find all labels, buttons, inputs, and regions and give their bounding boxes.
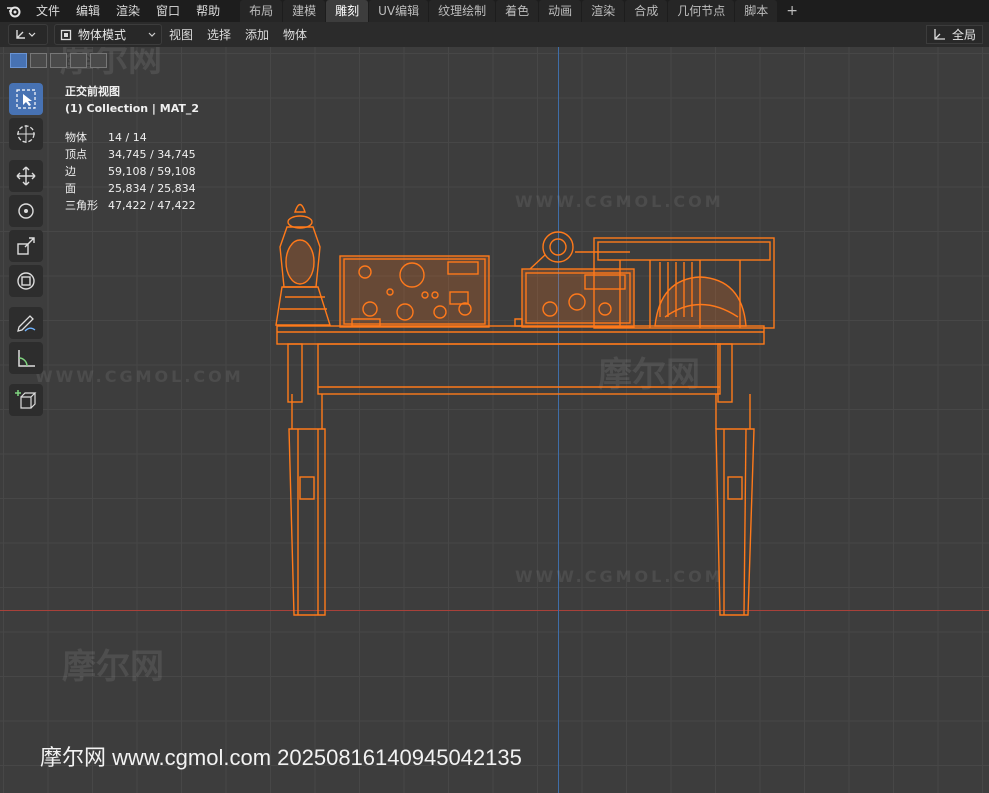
transform-icon — [17, 272, 35, 290]
transform-tool[interactable] — [9, 265, 43, 297]
object-mode-icon — [60, 29, 72, 40]
menu-select[interactable]: 选择 — [200, 26, 238, 43]
scale-tool[interactable] — [9, 230, 43, 262]
orientation-icon — [934, 29, 945, 40]
tab-scripting[interactable]: 脚本 — [735, 0, 778, 22]
menu-window[interactable]: 窗口 — [148, 0, 188, 22]
transform-orientation-button[interactable]: 全局 — [925, 25, 983, 44]
select-box-icon — [16, 89, 36, 109]
tab-layout[interactable]: 布局 — [240, 0, 283, 22]
move-tool[interactable] — [9, 160, 43, 192]
measure-tool[interactable] — [9, 342, 43, 374]
scale-icon — [17, 237, 35, 255]
cursor-tool[interactable] — [9, 118, 43, 150]
view-name: 正交前视图 — [65, 85, 120, 98]
stat-row: 边 59,108 / 59,108 — [65, 165, 196, 178]
annotate-tool[interactable] — [9, 307, 43, 339]
viewport-info-overlay: 正交前视图 (1) Collection | MAT_2 物体 14 / 14 顶… — [65, 83, 199, 214]
menu-edit[interactable]: 编辑 — [68, 0, 108, 22]
collection-label: (1) Collection | MAT_2 — [65, 102, 200, 115]
menu-help[interactable]: 帮助 — [188, 0, 228, 22]
tab-shading[interactable]: 着色 — [496, 0, 539, 22]
menu-object[interactable]: 物体 — [276, 26, 314, 43]
tab-rendering[interactable]: 渲染 — [582, 0, 625, 22]
scene-statistics: 物体 14 / 14 顶点 34,745 / 34,745 边 59,108 / 59… — [65, 129, 199, 214]
viewport-header: 物体模式 视图 选择 添加 物体 全局 — [0, 22, 989, 47]
annotate-icon — [17, 315, 36, 332]
menu-add[interactable]: 添加 — [238, 26, 276, 43]
tab-modeling[interactable]: 建模 — [283, 0, 326, 22]
mode-selector[interactable]: 物体模式 — [54, 24, 162, 45]
move-icon — [16, 166, 36, 186]
select-box-tool[interactable] — [9, 83, 43, 115]
select-difference-icon[interactable] — [70, 53, 87, 68]
chevron-down-icon — [148, 32, 156, 37]
tool-shelf — [9, 83, 43, 416]
menu-file[interactable]: 文件 — [28, 0, 68, 22]
measure-icon — [18, 350, 35, 367]
mode-label: 物体模式 — [78, 28, 127, 42]
stat-row: 三角形 47,422 / 47,422 — [65, 199, 196, 212]
select-subtract-icon[interactable] — [50, 53, 67, 68]
stat-row: 顶点 34,745 / 34,745 — [65, 148, 196, 161]
tab-geometry-nodes[interactable]: 几何节点 — [668, 0, 735, 22]
select-extend-icon[interactable] — [30, 53, 47, 68]
editor-type-button[interactable] — [8, 24, 48, 45]
bottom-watermark: 摩尔网 www.cgmol.com 20250816140945042135 — [40, 745, 522, 770]
cursor-icon — [17, 125, 35, 143]
select-intersect-icon[interactable] — [90, 53, 107, 68]
stat-row: 面 25,834 / 25,834 — [65, 182, 196, 195]
menu-view[interactable]: 视图 — [162, 26, 200, 43]
tab-texture-paint[interactable]: 纹理绘制 — [429, 0, 496, 22]
blender-logo-icon[interactable] — [0, 4, 28, 18]
rotate-tool[interactable] — [9, 195, 43, 227]
selection-mode-buttons — [10, 53, 107, 68]
menu-render[interactable]: 渲染 — [108, 0, 148, 22]
editor-type-icon — [16, 30, 36, 39]
orientation-label: 全局 — [951, 28, 976, 42]
tab-sculpting[interactable]: 雕刻 — [326, 0, 369, 22]
tab-uv-editing[interactable]: UV编辑 — [369, 0, 429, 22]
tab-compositing[interactable]: 合成 — [625, 0, 668, 22]
tab-animation[interactable]: 动画 — [539, 0, 582, 22]
top-bar: 文件 编辑 渲染 窗口 帮助 布局 建模 雕刻 UV编辑 纹理绘制 着色 动画 … — [0, 0, 989, 22]
add-cube-icon — [15, 390, 37, 409]
rotate-icon — [18, 203, 34, 219]
stat-row: 物体 14 / 14 — [65, 131, 147, 144]
select-new-icon[interactable] — [10, 53, 27, 68]
workspace-tabs: 布局 建模 雕刻 UV编辑 纹理绘制 着色 动画 渲染 合成 几何节点 脚本 + — [240, 0, 806, 22]
add-cube-tool[interactable] — [9, 384, 43, 416]
3d-viewport[interactable]: WWW.CGMOL.COM WWW.CGMOL.COM WWW.CGMOL.CO… — [0, 47, 989, 793]
add-workspace-button[interactable]: + — [778, 3, 806, 19]
